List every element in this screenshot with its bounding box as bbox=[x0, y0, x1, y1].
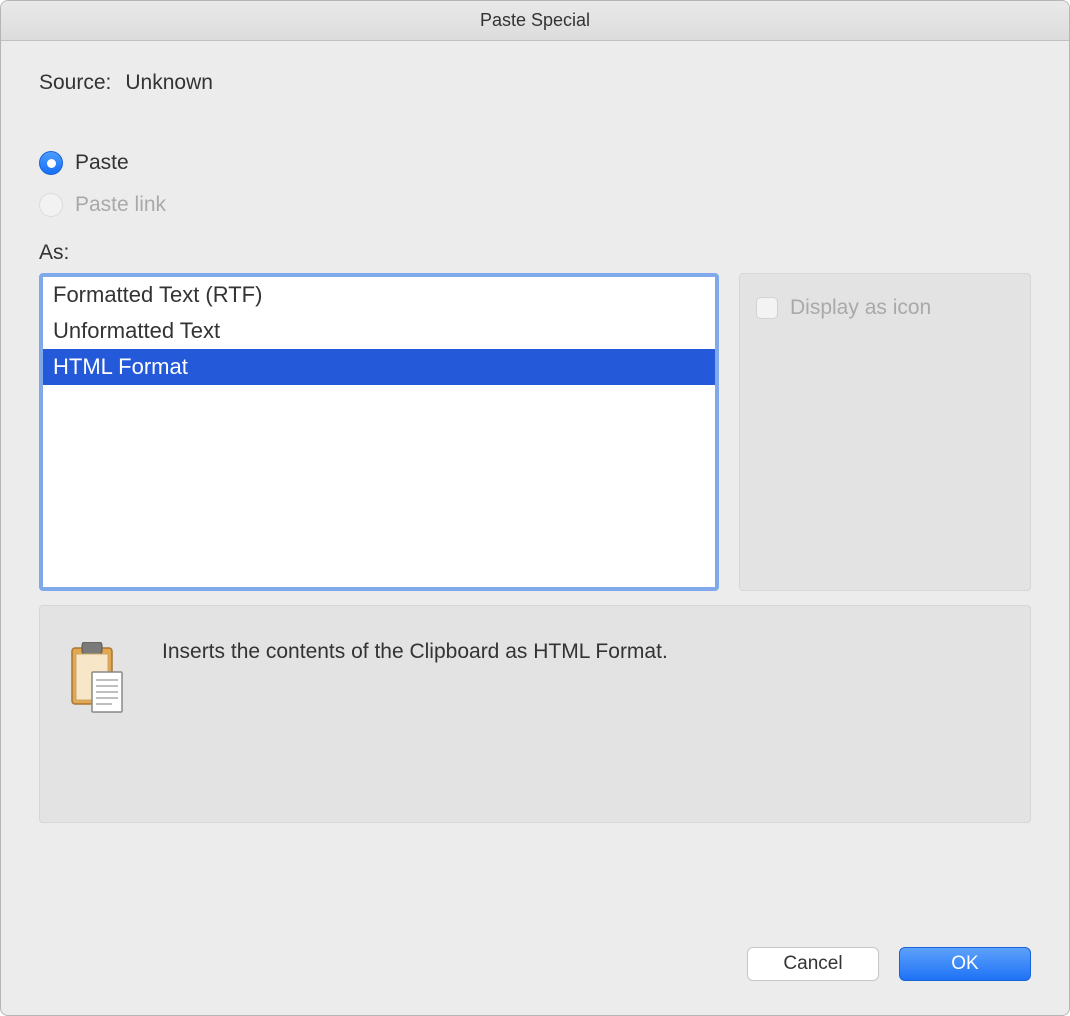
checkbox-icon bbox=[756, 297, 778, 319]
icon-options-panel: Display as icon bbox=[739, 273, 1031, 591]
list-item[interactable]: Formatted Text (RTF) bbox=[43, 277, 715, 313]
titlebar: Paste Special bbox=[1, 1, 1069, 41]
as-label: As: bbox=[39, 241, 1031, 265]
radio-paste-link-label: Paste link bbox=[75, 193, 166, 217]
radio-paste[interactable]: Paste bbox=[39, 151, 1031, 175]
ok-button[interactable]: OK bbox=[899, 947, 1031, 981]
middle-row: Formatted Text (RTF) Unformatted Text HT… bbox=[39, 273, 1031, 591]
paste-mode-radio-group: Paste Paste link bbox=[39, 151, 1031, 217]
paste-special-dialog: Paste Special Source: Unknown Paste Past… bbox=[0, 0, 1070, 1016]
source-value: Unknown bbox=[125, 71, 213, 95]
source-label: Source: bbox=[39, 71, 111, 95]
source-row: Source: Unknown bbox=[39, 71, 1031, 95]
description-text: Inserts the contents of the Clipboard as… bbox=[162, 640, 668, 792]
display-as-icon-checkbox: Display as icon bbox=[756, 296, 1014, 320]
description-panel: Inserts the contents of the Clipboard as… bbox=[39, 605, 1031, 823]
radio-paste-label: Paste bbox=[75, 151, 129, 175]
list-item[interactable]: HTML Format bbox=[43, 349, 715, 385]
list-item[interactable]: Unformatted Text bbox=[43, 313, 715, 349]
cancel-button[interactable]: Cancel bbox=[747, 947, 879, 981]
dialog-content: Source: Unknown Paste Paste link As: For… bbox=[1, 41, 1069, 1015]
window-title: Paste Special bbox=[480, 10, 590, 31]
clipboard-icon bbox=[70, 642, 126, 714]
dialog-footer: Cancel OK bbox=[39, 929, 1031, 1005]
radio-icon bbox=[39, 193, 63, 217]
radio-icon bbox=[39, 151, 63, 175]
format-listbox[interactable]: Formatted Text (RTF) Unformatted Text HT… bbox=[39, 273, 719, 591]
radio-paste-link: Paste link bbox=[39, 193, 1031, 217]
display-as-icon-label: Display as icon bbox=[790, 296, 931, 320]
